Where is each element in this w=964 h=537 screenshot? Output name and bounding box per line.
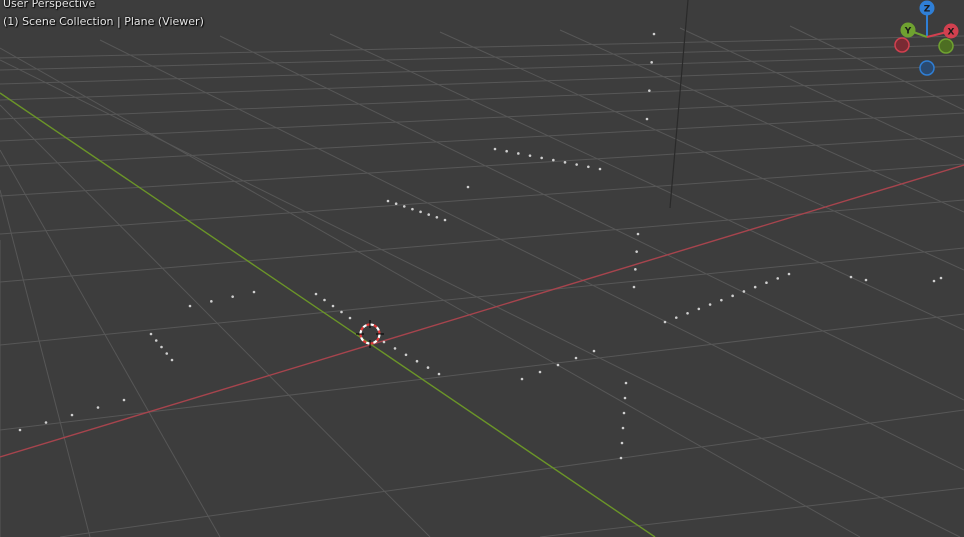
gizmo-neg-y-handle[interactable]: [938, 38, 954, 54]
vertical-edge-line: [669, 0, 689, 209]
vertex-dot[interactable]: [415, 359, 419, 363]
vertex-dot[interactable]: [382, 340, 386, 344]
vertex-dot[interactable]: [314, 292, 318, 296]
vertex-dot[interactable]: [154, 339, 158, 342]
vertex-dot[interactable]: [426, 366, 430, 369]
vertex-dot[interactable]: [624, 381, 628, 385]
vertex-dot[interactable]: [619, 456, 623, 460]
vertex-dot[interactable]: [635, 250, 638, 253]
vertex-dot[interactable]: [402, 205, 406, 208]
3d-cursor[interactable]: [356, 320, 384, 348]
vertex-dot[interactable]: [18, 428, 22, 432]
vertex-dot[interactable]: [493, 147, 497, 151]
vertex-dot[interactable]: [731, 294, 734, 298]
vertex-dot[interactable]: [170, 358, 174, 362]
vertex-dot[interactable]: [623, 396, 627, 400]
vertex-dot[interactable]: [634, 268, 637, 271]
vertex-dot[interactable]: [592, 349, 596, 353]
vertex-dot[interactable]: [348, 316, 352, 320]
gizmo-y-label: Y: [904, 27, 912, 37]
gizmo-y-handle[interactable]: Y: [900, 22, 916, 38]
vertex-dot[interactable]: [632, 285, 636, 289]
vertex-dot[interactable]: [636, 232, 640, 236]
vertex-dot[interactable]: [419, 210, 422, 214]
gizmo-neg-x-handle[interactable]: [894, 37, 910, 53]
vertex-dot[interactable]: [427, 213, 431, 216]
vertex-dot[interactable]: [674, 316, 678, 319]
vertex-dot[interactable]: [520, 377, 524, 381]
vertex-dot[interactable]: [443, 218, 447, 222]
vertex-dot[interactable]: [563, 161, 567, 164]
vertex-dot[interactable]: [210, 300, 213, 303]
vertex-dot[interactable]: [621, 426, 625, 430]
navigation-gizmo[interactable]: Z Y X: [888, 0, 964, 80]
vertex-dot[interactable]: [932, 279, 936, 283]
vertex-dot[interactable]: [340, 310, 343, 314]
vertex-dot[interactable]: [528, 154, 532, 157]
view-perspective-label: User Perspective: [3, 0, 96, 10]
vertex-dot[interactable]: [435, 215, 439, 219]
vertex-dot[interactable]: [849, 275, 853, 279]
vertex-dot[interactable]: [165, 352, 169, 355]
mesh-vertices[interactable]: [18, 32, 943, 460]
vertex-dot[interactable]: [540, 156, 543, 160]
vertex-dot[interactable]: [776, 277, 780, 280]
vertex-dot[interactable]: [663, 320, 667, 324]
3d-viewport[interactable]: User Perspective (1) Scene Collection | …: [0, 0, 964, 537]
vertex-dot[interactable]: [556, 363, 560, 367]
vertex-dot[interactable]: [587, 165, 590, 169]
vertex-dot[interactable]: [575, 163, 578, 166]
viewport-scene[interactable]: [0, 0, 964, 537]
vertex-dot[interactable]: [231, 295, 234, 298]
vertex-dot[interactable]: [393, 347, 397, 350]
vertex-dot[interactable]: [697, 307, 701, 311]
vertex-dot[interactable]: [622, 411, 626, 415]
x-axis-line: [0, 164, 964, 458]
vertex-dot[interactable]: [708, 303, 712, 306]
vertex-dot[interactable]: [620, 441, 624, 445]
vertex-dot[interactable]: [864, 278, 868, 282]
floor-grid: [0, 25, 964, 537]
gizmo-x-handle[interactable]: X: [943, 23, 959, 39]
gizmo-z-label: Z: [924, 5, 931, 15]
gizmo-neg-z-handle[interactable]: [919, 60, 935, 76]
vertex-dot[interactable]: [648, 89, 651, 92]
vertex-dot[interactable]: [720, 298, 723, 302]
vertex-dot[interactable]: [252, 290, 256, 294]
y-axis-line: [0, 92, 656, 537]
vertex-dot[interactable]: [753, 285, 757, 289]
vertex-dot[interactable]: [538, 370, 542, 374]
vertex-dot[interactable]: [44, 421, 48, 424]
scene-info-label: (1) Scene Collection | Plane (Viewer): [3, 15, 204, 28]
vertex-dot[interactable]: [411, 207, 414, 211]
vertex-dot[interactable]: [122, 398, 126, 402]
vertex-dot[interactable]: [765, 281, 768, 285]
gizmo-z-handle[interactable]: Z: [919, 0, 935, 16]
vertex-dot[interactable]: [598, 167, 602, 171]
vertex-dot[interactable]: [645, 117, 649, 121]
vertex-dot[interactable]: [686, 311, 689, 315]
vertex-dot[interactable]: [466, 185, 470, 189]
vertex-dot[interactable]: [323, 298, 326, 302]
vertex-dot[interactable]: [96, 406, 100, 409]
vertex-dot[interactable]: [160, 345, 163, 349]
vertex-dot[interactable]: [552, 158, 555, 162]
vertex-dot[interactable]: [70, 413, 74, 417]
gizmo-x-label: X: [948, 28, 955, 38]
vertex-dot[interactable]: [394, 202, 398, 206]
vertex-dot[interactable]: [787, 272, 791, 276]
vertex-dot[interactable]: [386, 199, 390, 203]
vertex-dot[interactable]: [505, 149, 508, 153]
vertex-dot[interactable]: [437, 372, 441, 376]
vertex-dot[interactable]: [939, 276, 943, 280]
vertex-dot[interactable]: [652, 32, 656, 36]
vertex-dot[interactable]: [331, 304, 335, 308]
vertex-dot[interactable]: [188, 304, 192, 308]
vertex-dot[interactable]: [742, 290, 746, 293]
vertex-dot[interactable]: [149, 332, 153, 336]
vertex-dot[interactable]: [517, 152, 520, 155]
vertex-dot[interactable]: [650, 61, 653, 64]
vertex-dot[interactable]: [574, 356, 578, 360]
vertex-dot[interactable]: [404, 353, 408, 357]
